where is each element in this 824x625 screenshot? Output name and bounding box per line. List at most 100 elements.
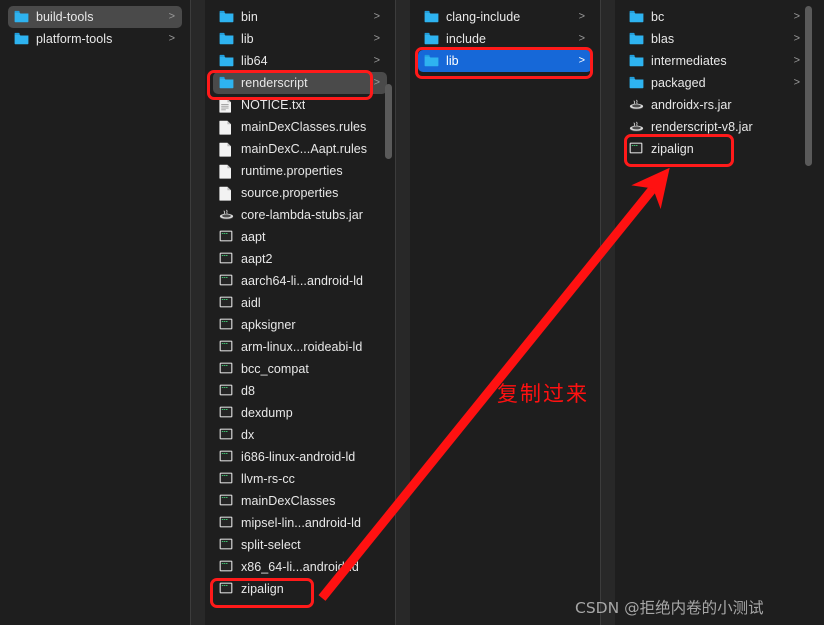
- file-row[interactable]: dx: [213, 424, 387, 446]
- file-row-label: bin: [241, 10, 258, 24]
- chevron-right-icon: >: [793, 54, 800, 67]
- file-row-label: bcc_compat: [241, 362, 309, 376]
- folder-icon: [629, 32, 644, 46]
- file-row[interactable]: build-tools >: [8, 6, 182, 28]
- folder-icon: [629, 54, 644, 68]
- file-row-label: renderscript-v8.jar: [651, 120, 753, 134]
- file-row-label: aapt: [241, 230, 266, 244]
- file-row-label: aapt2: [241, 252, 273, 266]
- folder-icon: [14, 32, 29, 46]
- vertical-scrollbar[interactable]: [805, 6, 812, 166]
- folder-icon: [629, 76, 644, 90]
- terminal-exec-icon: [219, 428, 234, 442]
- folder-icon: [629, 10, 644, 24]
- terminal-exec-icon: [219, 274, 234, 288]
- file-row[interactable]: androidx-rs.jar: [623, 94, 807, 116]
- file-row[interactable]: packaged >: [623, 72, 807, 94]
- column-gap-1: [191, 0, 205, 625]
- file-row-label: aidl: [241, 296, 261, 310]
- column-3[interactable]: clang-include > include > lib >: [410, 0, 600, 625]
- file-row[interactable]: aidl: [213, 292, 387, 314]
- chevron-right-icon: >: [793, 76, 800, 89]
- file-row-label: core-lambda-stubs.jar: [241, 208, 363, 222]
- file-row[interactable]: aapt: [213, 226, 387, 248]
- chevron-right-icon: >: [373, 76, 380, 89]
- file-row-label: dx: [241, 428, 255, 442]
- file-row[interactable]: core-lambda-stubs.jar: [213, 204, 387, 226]
- column-4[interactable]: bc > blas > intermediates > packaged > androidx-…: [615, 0, 815, 625]
- file-row[interactable]: runtime.properties: [213, 160, 387, 182]
- file-row[interactable]: arm-linux...roideabi-ld: [213, 336, 387, 358]
- chevron-right-icon: >: [168, 10, 175, 23]
- file-row-label: platform-tools: [36, 32, 113, 46]
- file-row-label: intermediates: [651, 54, 727, 68]
- file-row-label: mainDexClasses: [241, 494, 336, 508]
- file-row-label: androidx-rs.jar: [651, 98, 732, 112]
- terminal-exec-icon: [219, 450, 234, 464]
- file-row[interactable]: lib >: [213, 28, 387, 50]
- file-row-label: i686-linux-android-ld: [241, 450, 356, 464]
- file-row-label: mipsel-lin...android-ld: [241, 516, 361, 530]
- file-row[interactable]: apksigner: [213, 314, 387, 336]
- file-row[interactable]: bcc_compat: [213, 358, 387, 380]
- doc-file-icon: [219, 164, 234, 179]
- file-row-label: build-tools: [36, 10, 94, 24]
- column-1[interactable]: build-tools > platform-tools >: [0, 0, 190, 625]
- file-row[interactable]: split-select: [213, 534, 387, 556]
- file-row[interactable]: llvm-rs-cc: [213, 468, 387, 490]
- file-row[interactable]: bc >: [623, 6, 807, 28]
- highlight-zipalign-source-box: [210, 578, 314, 608]
- chevron-right-icon: >: [168, 32, 175, 45]
- file-row[interactable]: mainDexClasses: [213, 490, 387, 512]
- file-row[interactable]: d8: [213, 380, 387, 402]
- terminal-exec-icon: [219, 252, 234, 266]
- file-row[interactable]: bin >: [213, 6, 387, 28]
- file-row[interactable]: source.properties: [213, 182, 387, 204]
- file-row[interactable]: lib64 >: [213, 50, 387, 72]
- file-row-label: runtime.properties: [241, 164, 343, 178]
- finder-column-view: build-tools > platform-tools > bin > lib > lib6…: [0, 0, 824, 625]
- file-row-label: bc: [651, 10, 665, 24]
- file-row[interactable]: i686-linux-android-ld: [213, 446, 387, 468]
- chevron-right-icon: >: [793, 32, 800, 45]
- jar-file-icon: [629, 120, 644, 134]
- file-row-label: clang-include: [446, 10, 521, 24]
- file-row-label: lib: [241, 32, 254, 46]
- file-row-label: d8: [241, 384, 256, 398]
- terminal-exec-icon: [219, 230, 234, 244]
- file-row[interactable]: mainDexClasses.rules: [213, 116, 387, 138]
- terminal-exec-icon: [219, 296, 234, 310]
- file-row-label: NOTICE.txt: [241, 98, 306, 112]
- file-row[interactable]: mipsel-lin...android-ld: [213, 512, 387, 534]
- chevron-right-icon: >: [373, 10, 380, 23]
- jar-file-icon: [629, 98, 644, 112]
- file-row-label: split-select: [241, 538, 301, 552]
- file-row-label: apksigner: [241, 318, 296, 332]
- file-row-label: blas: [651, 32, 675, 46]
- file-row[interactable]: clang-include >: [418, 6, 592, 28]
- file-row-label: llvm-rs-cc: [241, 472, 295, 486]
- file-row[interactable]: x86_64-li...android-ld: [213, 556, 387, 578]
- terminal-exec-icon: [219, 538, 234, 552]
- terminal-exec-icon: [219, 384, 234, 398]
- column-gap-3: [601, 0, 615, 625]
- text-file-icon: [219, 98, 234, 113]
- file-row-label: mainDexC...Aapt.rules: [241, 142, 368, 156]
- highlight-renderscript-box: [207, 70, 373, 100]
- file-row[interactable]: mainDexC...Aapt.rules: [213, 138, 387, 160]
- file-row[interactable]: aarch64-li...android-ld: [213, 270, 387, 292]
- file-row[interactable]: intermediates >: [623, 50, 807, 72]
- file-row-label: include: [446, 32, 486, 46]
- file-row[interactable]: blas >: [623, 28, 807, 50]
- csdn-watermark: CSDN @拒绝内卷的小测试: [575, 599, 764, 617]
- doc-file-icon: [219, 142, 234, 157]
- file-row-label: packaged: [651, 76, 706, 90]
- file-row[interactable]: platform-tools >: [8, 28, 182, 50]
- vertical-scrollbar[interactable]: [385, 84, 392, 159]
- chevron-right-icon: >: [793, 10, 800, 23]
- file-row[interactable]: dexdump: [213, 402, 387, 424]
- terminal-exec-icon: [219, 362, 234, 376]
- column-gap-2: [396, 0, 410, 625]
- file-row[interactable]: aapt2: [213, 248, 387, 270]
- highlight-lib-column3-box: [415, 47, 593, 79]
